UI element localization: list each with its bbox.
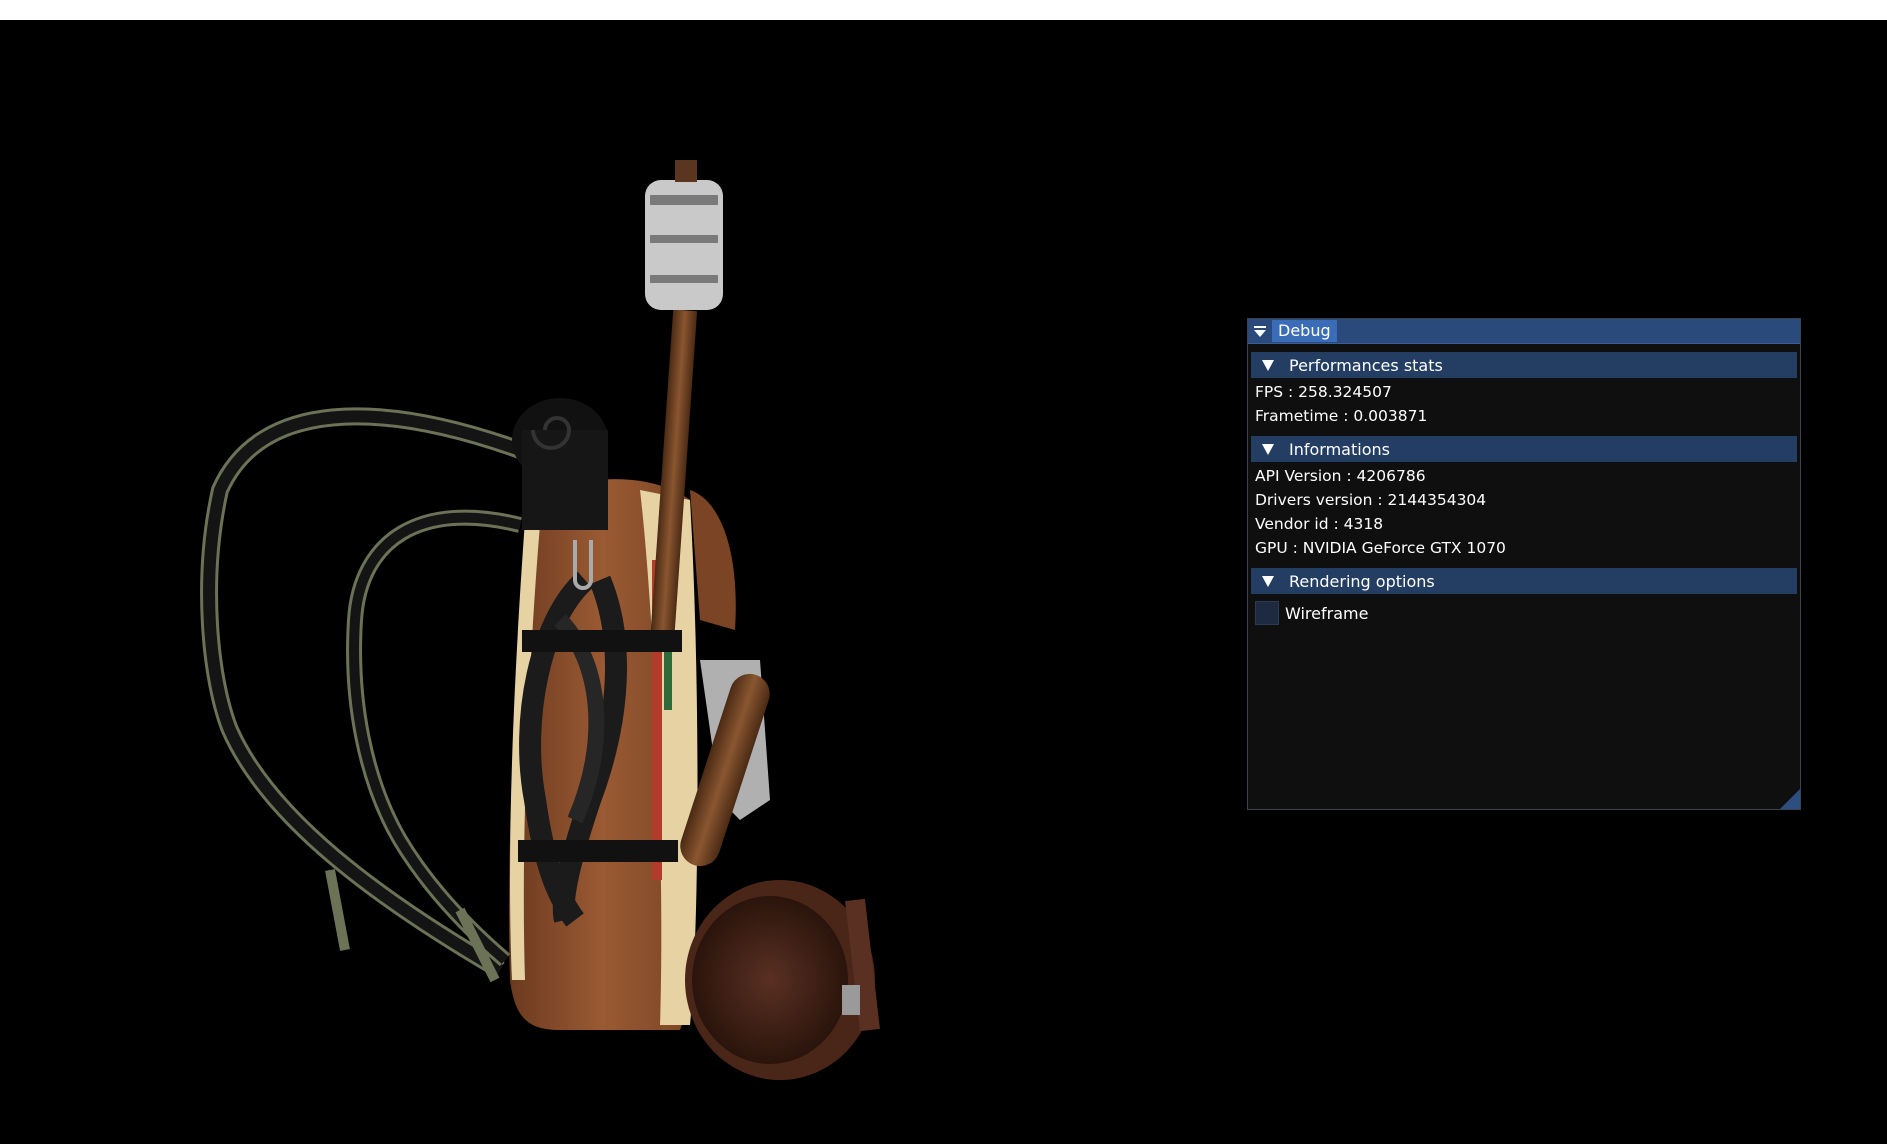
window-title: Debug <box>1272 320 1337 342</box>
wireframe-label[interactable]: Wireframe <box>1285 604 1368 623</box>
debug-window[interactable]: Debug Performances stats FPS : 258.32450… <box>1247 318 1801 810</box>
vendor-id-value: Vendor id : 4318 <box>1255 515 1384 533</box>
section-performance-header[interactable]: Performances stats <box>1251 352 1797 378</box>
collapse-window-button[interactable] <box>1248 319 1272 343</box>
triangle-down-icon <box>1262 360 1274 371</box>
wireframe-option[interactable]: Wireframe <box>1255 600 1800 626</box>
fps-value: FPS : 258.324507 <box>1255 383 1392 401</box>
section-performance-label: Performances stats <box>1289 355 1443 375</box>
gpu-value: GPU : NVIDIA GeForce GTX 1070 <box>1255 539 1506 557</box>
section-informations-header[interactable]: Informations <box>1251 436 1797 462</box>
triangle-down-icon <box>1262 444 1274 455</box>
triangle-down-icon <box>1254 326 1266 337</box>
frametime-value: Frametime : 0.003871 <box>1255 407 1428 425</box>
api-version-value: API Version : 4206786 <box>1255 467 1426 485</box>
triangle-down-icon <box>1262 576 1274 587</box>
section-rendering-header[interactable]: Rendering options <box>1251 568 1797 594</box>
resize-grip[interactable] <box>1780 789 1800 809</box>
drivers-version-value: Drivers version : 2144354304 <box>1255 491 1487 509</box>
section-rendering-label: Rendering options <box>1289 571 1435 591</box>
section-informations-label: Informations <box>1289 439 1390 459</box>
debug-window-titlebar[interactable]: Debug <box>1248 319 1800 344</box>
wireframe-checkbox[interactable] <box>1255 601 1279 625</box>
window-top-bar <box>0 0 1887 20</box>
